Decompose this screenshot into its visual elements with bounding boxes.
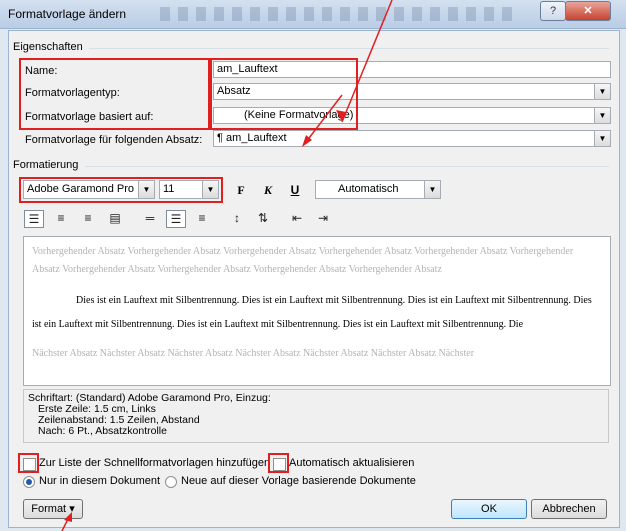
arrow-to-next-paragraph bbox=[305, 94, 343, 143]
arrow-to-based-on bbox=[341, 0, 393, 123]
annotation-arrows bbox=[61, 0, 393, 531]
arrowhead bbox=[64, 512, 72, 522]
